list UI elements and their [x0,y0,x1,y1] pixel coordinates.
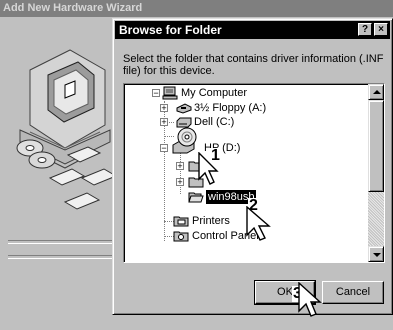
tree-item-label: My Computer [181,87,248,99]
wizard-illustration [16,49,118,210]
vertical-scrollbar[interactable] [368,84,384,262]
tree-item-label: 3½ Floppy (A:) [194,102,267,114]
printer-folder-icon [173,216,189,227]
control-panel-folder-icon [173,231,189,242]
dialog-title: Browse for Folder [119,23,222,37]
tree-item-control-panel[interactable]: Control Panel [164,229,259,243]
arrow-down-icon [373,253,381,257]
floppy-drive-icon [176,103,192,114]
mouse-pointer-icon [198,152,219,185]
scroll-up-button[interactable] [368,84,384,100]
cd-drive-icon [172,127,197,154]
instruction-text: Select the folder that contains driver i… [123,53,384,77]
wizard-divider [8,240,112,244]
tree-item-printers[interactable]: Printers [164,214,244,228]
expand-toggle[interactable]: + [176,178,184,187]
collapse-toggle[interactable]: − [152,89,160,98]
collapse-toggle[interactable]: − [160,144,168,153]
arrow-up-icon [373,90,381,94]
my-computer-icon [162,86,178,100]
mouse-pointer-icon [298,282,322,317]
cancel-button[interactable]: Cancel [322,281,384,304]
scroll-down-button[interactable] [368,246,384,262]
tree-item-label: Printers [192,215,230,227]
browse-for-folder-dialog: Browse for Folder ? × Select the folder … [112,18,393,315]
dialog-title-bar[interactable]: Browse for Folder ? × [115,21,390,39]
close-button[interactable]: × [374,23,388,36]
expand-toggle[interactable]: + [176,162,184,171]
open-folder-icon [188,192,204,203]
mouse-pointer-icon [246,206,271,241]
expand-toggle[interactable]: + [160,104,168,113]
expand-toggle[interactable]: + [160,118,168,127]
tree-item-floppy[interactable]: + 3½ Floppy (A:) [160,101,274,115]
scroll-thumb[interactable] [368,100,384,192]
wizard-divider [8,255,112,259]
wizard-title-bar: Add New Hardware Wizard [0,0,393,17]
help-button[interactable]: ? [358,23,372,36]
tree-item-my-computer[interactable]: − My Computer [152,86,247,100]
